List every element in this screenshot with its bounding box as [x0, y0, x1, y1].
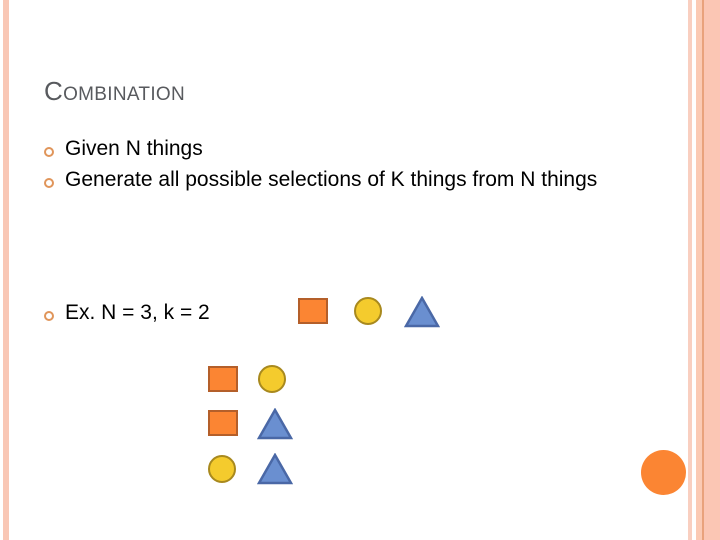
orange-square-icon [208, 366, 238, 392]
bullet-circle-icon [44, 311, 54, 321]
blue-triangle-icon [257, 453, 293, 485]
yellow-circle-icon [354, 297, 382, 325]
left-decorative-stripe [3, 0, 9, 540]
bullet-item: Ex. N = 3, k = 2 [44, 301, 625, 328]
bullet-item: Generate all possible selections of K th… [44, 168, 625, 195]
right-decorative-stripe [688, 0, 692, 540]
blue-triangle-icon [404, 296, 440, 328]
bullet-text: Ex. N = 3, k = 2 [65, 301, 210, 324]
bullet-item: Given N things [44, 137, 625, 164]
title-initial: C [44, 76, 64, 106]
slide-title: COMBINATION [44, 76, 185, 107]
orange-square-icon [298, 298, 328, 324]
bullet-circle-icon [44, 147, 54, 157]
right-decorative-band [704, 0, 720, 540]
orange-square-icon [208, 410, 238, 436]
title-rest: OMBINATION [63, 84, 186, 105]
bullet-text: Given N things [65, 137, 203, 160]
bullet-text: Generate all possible selections of K th… [65, 168, 598, 191]
yellow-circle-icon [208, 455, 236, 483]
decorative-orange-dot [641, 450, 686, 495]
bullet-circle-icon [44, 178, 54, 188]
yellow-circle-icon [258, 365, 286, 393]
blue-triangle-icon [257, 408, 293, 440]
